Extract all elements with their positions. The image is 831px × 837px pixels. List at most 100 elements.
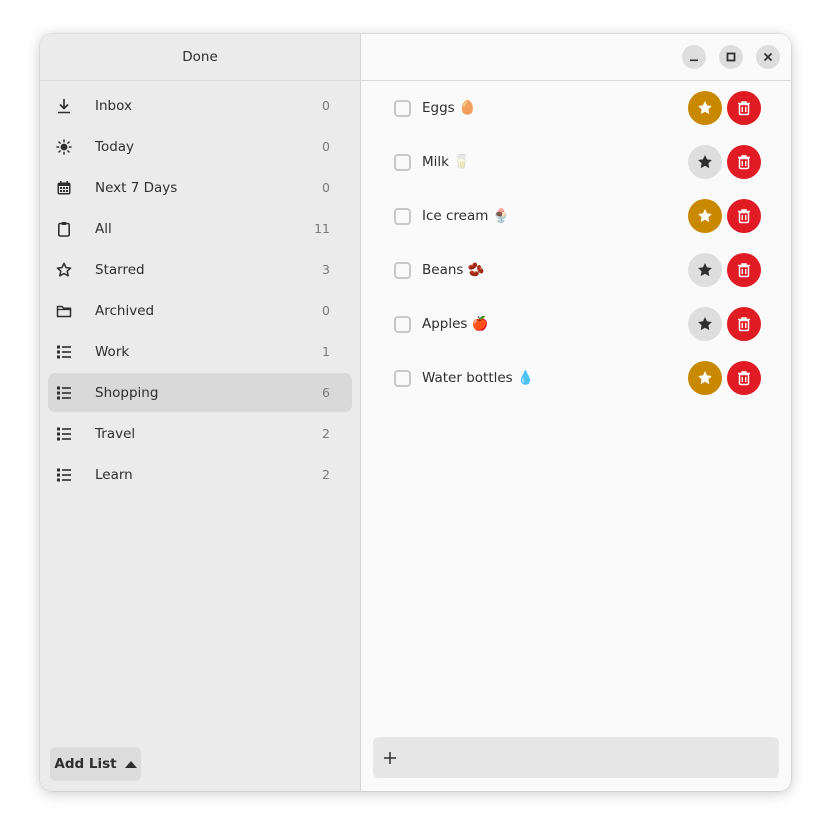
list-icon — [56, 385, 72, 401]
sidebar-item-count: 0 — [322, 139, 330, 154]
caret-up-icon — [124, 760, 137, 768]
sidebar-item-all[interactable]: All 11 — [48, 209, 352, 248]
task-checkbox[interactable] — [394, 207, 411, 225]
folder-icon — [56, 303, 72, 319]
sidebar-item-count: 1 — [322, 344, 330, 359]
clipboard-icon — [56, 221, 72, 237]
task-checkbox[interactable] — [394, 369, 411, 387]
task-label[interactable]: Milk 🥛 — [422, 154, 470, 170]
sidebar-item-label: Learn — [95, 466, 133, 483]
minimize-button[interactable] — [682, 45, 706, 69]
list-icon — [56, 426, 72, 442]
delete-button[interactable] — [727, 361, 761, 395]
sidebar-item-starred[interactable]: Starred 3 — [48, 250, 352, 289]
task-checkbox[interactable] — [394, 261, 411, 279]
sidebar-item-archived[interactable]: Archived 0 — [48, 291, 352, 330]
task-row: Beans 🫘 — [361, 243, 791, 297]
task-checkbox[interactable] — [394, 153, 411, 171]
sun-icon — [56, 138, 72, 155]
sidebar-item-label: Inbox — [95, 97, 132, 114]
star-icon — [698, 371, 712, 385]
close-button[interactable] — [756, 45, 780, 69]
star-button[interactable] — [688, 91, 722, 125]
sidebar-nav: Inbox 0 Today 0 Next 7 Days 0 All 11 Sta… — [40, 81, 360, 494]
star-button[interactable] — [688, 307, 722, 341]
star-button[interactable] — [688, 253, 722, 287]
trash-icon — [738, 101, 750, 116]
app-window: Done Inbox 0 Today 0 Next 7 Days 0 All 1… — [40, 34, 791, 791]
sidebar-item-learn[interactable]: Learn 2 — [48, 455, 352, 494]
plus-icon — [384, 751, 396, 764]
sidebar-item-label: All — [95, 220, 112, 237]
delete-button[interactable] — [727, 91, 761, 125]
sidebar-title: Done — [182, 49, 218, 65]
close-icon — [763, 52, 773, 62]
sidebar-item-count: 0 — [322, 180, 330, 195]
sidebar-item-count: 2 — [322, 426, 330, 441]
minimize-icon — [690, 59, 698, 62]
star-button[interactable] — [688, 361, 722, 395]
sidebar-item-count: 11 — [314, 221, 330, 236]
trash-icon — [738, 263, 750, 278]
task-row: Apples 🍎 — [361, 297, 791, 351]
sidebar-item-label: Starred — [95, 261, 145, 278]
star-icon — [698, 263, 712, 277]
calendar-icon — [56, 180, 72, 196]
sidebar-item-label: Next 7 Days — [95, 179, 178, 196]
task-label[interactable]: Apples 🍎 — [422, 316, 489, 332]
star-button[interactable] — [688, 145, 722, 179]
star-icon — [698, 209, 712, 223]
add-list-button[interactable]: Add List — [50, 747, 141, 781]
delete-button[interactable] — [727, 253, 761, 287]
star-icon — [698, 101, 712, 115]
sidebar-item-next-7-days[interactable]: Next 7 Days 0 — [48, 168, 352, 207]
task-row: Eggs 🥚 — [361, 81, 791, 135]
star-outline-icon — [56, 262, 72, 278]
trash-icon — [738, 371, 750, 386]
task-row: Milk 🥛 — [361, 135, 791, 189]
download-icon — [56, 98, 72, 114]
trash-icon — [738, 317, 750, 332]
new-task-input[interactable] — [373, 737, 779, 778]
delete-button[interactable] — [727, 199, 761, 233]
delete-button[interactable] — [727, 145, 761, 179]
sidebar-item-work[interactable]: Work 1 — [48, 332, 352, 371]
sidebar-item-label: Archived — [95, 302, 155, 319]
task-row: Ice cream 🍨 — [361, 189, 791, 243]
delete-button[interactable] — [727, 307, 761, 341]
sidebar-item-count: 6 — [322, 385, 330, 400]
task-label[interactable]: Beans 🫘 — [422, 262, 485, 278]
sidebar-item-count: 0 — [322, 303, 330, 318]
sidebar-item-count: 2 — [322, 467, 330, 482]
sidebar-item-travel[interactable]: Travel 2 — [48, 414, 352, 453]
star-icon — [698, 317, 712, 331]
list-icon — [56, 467, 72, 483]
task-label[interactable]: Eggs 🥚 — [422, 100, 476, 116]
sidebar-item-label: Shopping — [95, 384, 159, 401]
header-bar — [361, 34, 791, 81]
sidebar-header: Done — [40, 34, 360, 81]
task-label[interactable]: Ice cream 🍨 — [422, 208, 510, 224]
add-list-label: Add List — [54, 756, 117, 772]
maximize-button[interactable] — [719, 45, 743, 69]
sidebar-item-label: Today — [95, 138, 135, 155]
sidebar-item-label: Travel — [95, 425, 136, 442]
star-icon — [698, 155, 712, 169]
sidebar-item-inbox[interactable]: Inbox 0 — [48, 86, 352, 125]
sidebar-item-count: 0 — [322, 98, 330, 113]
task-checkbox[interactable] — [394, 99, 411, 117]
task-checkbox[interactable] — [394, 315, 411, 333]
sidebar-item-count: 3 — [322, 262, 330, 277]
sidebar-item-shopping[interactable]: Shopping 6 — [48, 373, 352, 412]
task-panel: Eggs 🥚 Milk 🥛 Ice cream 🍨 Beans 🫘 Apples… — [361, 34, 791, 791]
task-row: Water bottles 💧 — [361, 351, 791, 405]
list-icon — [56, 344, 72, 360]
sidebar-item-today[interactable]: Today 0 — [48, 127, 352, 166]
star-button[interactable] — [688, 199, 722, 233]
task-label[interactable]: Water bottles 💧 — [422, 370, 534, 386]
sidebar-item-label: Work — [95, 343, 130, 360]
trash-icon — [738, 209, 750, 224]
sidebar: Done Inbox 0 Today 0 Next 7 Days 0 All 1… — [40, 34, 361, 791]
maximize-icon — [726, 52, 736, 62]
trash-icon — [738, 155, 750, 170]
